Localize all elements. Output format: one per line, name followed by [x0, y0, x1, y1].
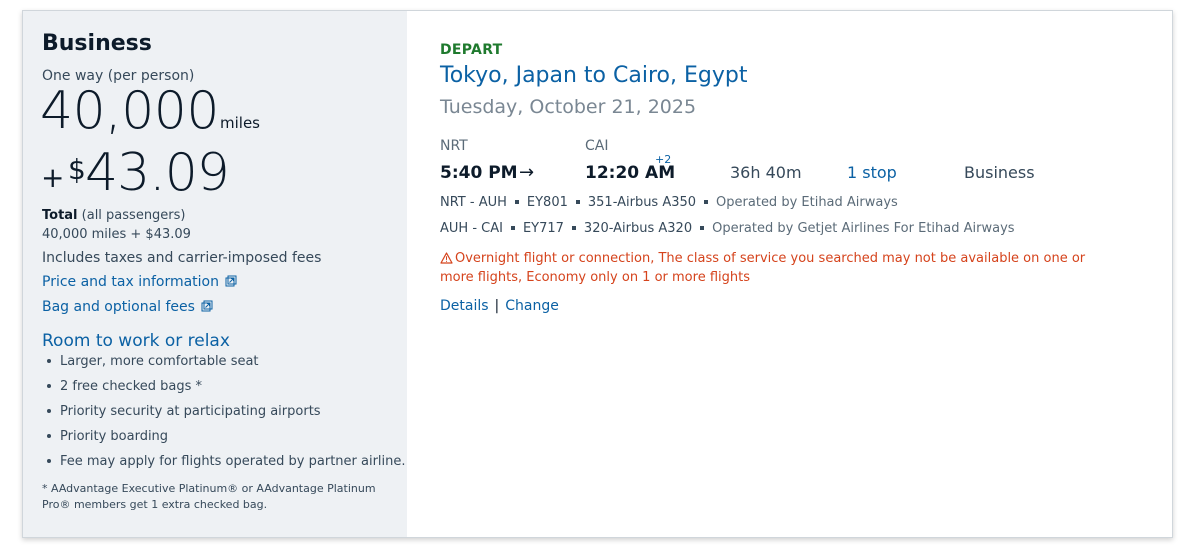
- perks-footnote: * AAdvantage Executive Platinum® or AAdv…: [42, 482, 376, 511]
- segment-row: AUH - CAI EY717 320-Airbus A320 Operated by…: [440, 221, 1015, 236]
- segment-operator: Operated by Getjet Airlines For Etihad A…: [712, 221, 1015, 236]
- bullet-icon: [47, 408, 51, 413]
- segment-flight: EY717: [522, 221, 564, 236]
- miles-price: 40,000: [40, 81, 219, 141]
- stops-link[interactable]: 1 stop: [847, 163, 897, 182]
- total-suffix: (all passengers): [81, 208, 186, 223]
- perk-item: Priority boarding: [42, 428, 406, 453]
- bullet-icon: [47, 433, 51, 438]
- separator-icon: [571, 225, 576, 230]
- warning-text: Overnight flight or connection, The clas…: [440, 251, 1086, 285]
- flight-details-panel: DEPART Tokyo, Japan to Cairo, Egypt Tues…: [407, 11, 1172, 537]
- fare-panel: Business One way (per person) 40,000 mil…: [23, 11, 407, 537]
- miles-unit: miles: [220, 114, 260, 132]
- perk-item: Priority security at participating airpo…: [42, 403, 406, 428]
- perk-text: Priority boarding: [60, 429, 169, 444]
- separator-icon: [704, 199, 709, 204]
- perk-text: Priority security at participating airpo…: [60, 404, 321, 419]
- cash-price: 43.09: [85, 143, 230, 203]
- price-tax-info-label: Price and tax information: [42, 274, 219, 290]
- perk-item: Fee may apply for flights operated by pa…: [42, 453, 406, 478]
- perks-title: Room to work or relax: [42, 331, 230, 351]
- total-label: Total (all passengers): [42, 208, 186, 223]
- external-link-icon: [225, 275, 237, 287]
- depart-label: DEPART: [440, 42, 503, 58]
- bullet-icon: [47, 383, 51, 388]
- depart-time: 5:40 PM: [440, 163, 518, 183]
- segment-aircraft: 320-Airbus A320: [583, 221, 693, 236]
- route-title: Tokyo, Japan to Cairo, Egypt: [440, 63, 748, 88]
- separator-icon: [575, 199, 580, 204]
- warning-icon: [440, 252, 453, 264]
- perk-text: Fee may apply for flights operated by pa…: [60, 454, 406, 469]
- plus-sign: +: [41, 161, 65, 194]
- origin-code: NRT: [440, 138, 468, 154]
- perk-text: 2 free checked bags *: [60, 379, 203, 394]
- departure-date: Tuesday, October 21, 2025: [440, 96, 697, 118]
- change-link[interactable]: Change: [505, 298, 559, 314]
- details-link[interactable]: Details: [440, 298, 489, 314]
- arrow-right-icon: →: [519, 162, 535, 183]
- day-offset: +2: [655, 153, 672, 166]
- cabin-title: Business: [42, 31, 152, 56]
- separator-icon: [700, 225, 705, 230]
- separator-icon: [510, 225, 515, 230]
- arrive-time: 12:20 AM: [585, 163, 676, 183]
- destination-code: CAI: [585, 138, 609, 154]
- perks-list: Larger, more comfortable seat 2 free che…: [42, 353, 406, 478]
- total-value: 40,000 miles + $43.09: [42, 227, 191, 242]
- segment-operator: Operated by Etihad Airways: [716, 195, 898, 210]
- segment-row: NRT - AUH EY801 351-Airbus A350 Operated by…: [440, 195, 898, 210]
- segment-aircraft: 351-Airbus A350: [587, 195, 697, 210]
- duration: 36h 40m: [730, 163, 802, 182]
- currency-symbol: $: [68, 153, 86, 186]
- bullet-icon: [47, 358, 51, 363]
- perk-item: Larger, more comfortable seat: [42, 353, 406, 378]
- cabin-class: Business: [964, 163, 1035, 182]
- warning-message: Overnight flight or connection, The clas…: [440, 249, 1120, 287]
- perk-item: 2 free checked bags *: [42, 378, 406, 403]
- bag-fees-label: Bag and optional fees: [42, 299, 195, 315]
- external-link-icon: [201, 300, 213, 312]
- bag-fees-link[interactable]: Bag and optional fees: [42, 299, 213, 315]
- total-label-bold: Total: [42, 208, 78, 223]
- separator-icon: [514, 199, 519, 204]
- segment-route: NRT - AUH: [440, 195, 507, 210]
- divider: |: [494, 298, 500, 314]
- bullet-icon: [47, 458, 51, 463]
- price-tax-info-link[interactable]: Price and tax information: [42, 274, 237, 290]
- flight-actions: Details | Change: [440, 298, 559, 314]
- flight-result-card: Business One way (per person) 40,000 mil…: [22, 10, 1173, 538]
- includes-fees-text: Includes taxes and carrier-imposed fees: [42, 250, 322, 266]
- perk-text: Larger, more comfortable seat: [60, 354, 259, 369]
- segment-route: AUH - CAI: [440, 221, 503, 236]
- segment-flight: EY801: [526, 195, 568, 210]
